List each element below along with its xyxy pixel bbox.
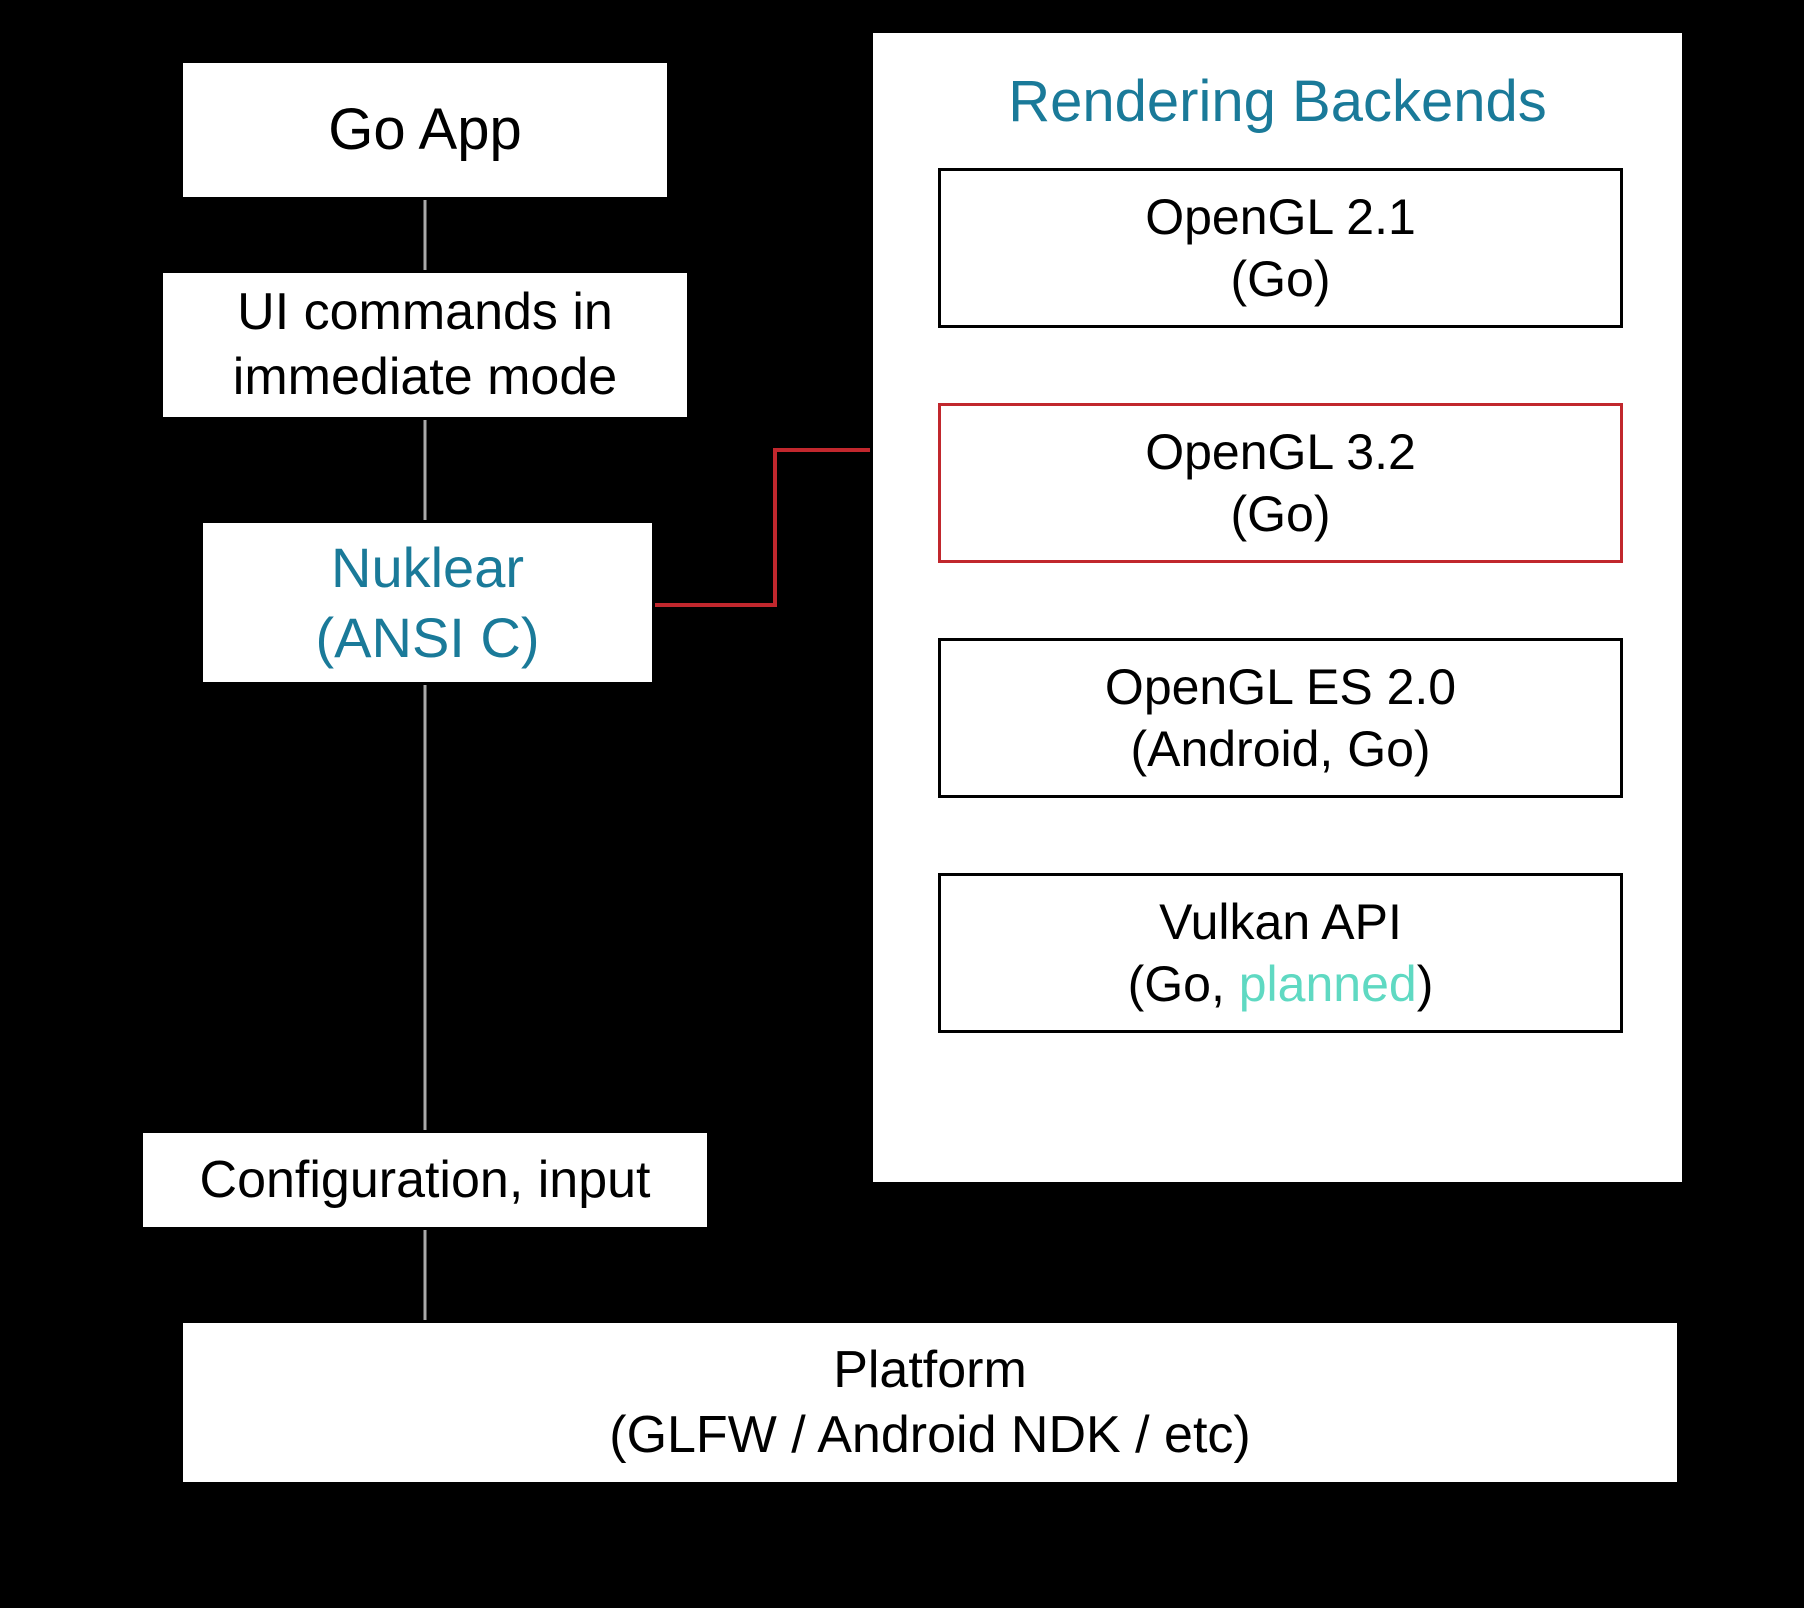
- backend-vulkan-l2: (Go, planned): [1128, 953, 1434, 1016]
- backend-opengl21-l2: (Go): [1231, 248, 1331, 311]
- nuklear-l1: Nuklear: [331, 533, 524, 603]
- backend-opengl32: OpenGL 3.2 (Go): [938, 403, 1623, 563]
- ui-commands-l1: UI commands in: [237, 280, 613, 345]
- backend-vulkan-l1: Vulkan API: [1159, 891, 1402, 954]
- backend-vulkan-l2-pre: (Go,: [1128, 956, 1239, 1012]
- backend-opengl32-l2: (Go): [1231, 483, 1331, 546]
- backend-opengles20-l1: OpenGL ES 2.0: [1105, 656, 1456, 719]
- connector-goapp-to-ui: [420, 200, 430, 270]
- config-input-label: Configuration, input: [200, 1148, 651, 1213]
- backends-container: Rendering Backends OpenGL 2.1 (Go) OpenG…: [870, 30, 1685, 1185]
- config-input-box: Configuration, input: [140, 1130, 710, 1230]
- nuklear-l2: (ANSI C): [316, 603, 540, 673]
- backend-vulkan-l2-post: ): [1417, 956, 1434, 1012]
- connector-config-to-platform: [420, 1230, 430, 1320]
- nuklear-box: Nuklear (ANSI C): [200, 520, 655, 685]
- platform-box: Platform (GLFW / Android NDK / etc): [180, 1320, 1680, 1485]
- connector-ui-to-nuklear: [420, 420, 430, 520]
- backend-opengles20-l2: (Android, Go): [1130, 718, 1430, 781]
- backend-vulkan-planned: planned: [1239, 956, 1417, 1012]
- platform-l1: Platform: [833, 1338, 1027, 1403]
- go-app-label: Go App: [328, 94, 521, 167]
- backend-opengl21-l1: OpenGL 2.1: [1145, 186, 1416, 249]
- platform-l2: (GLFW / Android NDK / etc): [609, 1403, 1251, 1468]
- backend-opengles20: OpenGL ES 2.0 (Android, Go): [938, 638, 1623, 798]
- ui-commands-box: UI commands in immediate mode: [160, 270, 690, 420]
- backend-opengl21: OpenGL 2.1 (Go): [938, 168, 1623, 328]
- backend-vulkan: Vulkan API (Go, planned): [938, 873, 1623, 1033]
- backends-title: Rendering Backends: [873, 68, 1682, 135]
- connector-nuklear-down: [420, 685, 430, 1130]
- go-app-box: Go App: [180, 60, 670, 200]
- ui-commands-l2: immediate mode: [233, 345, 617, 410]
- backend-opengl32-l1: OpenGL 3.2: [1145, 421, 1416, 484]
